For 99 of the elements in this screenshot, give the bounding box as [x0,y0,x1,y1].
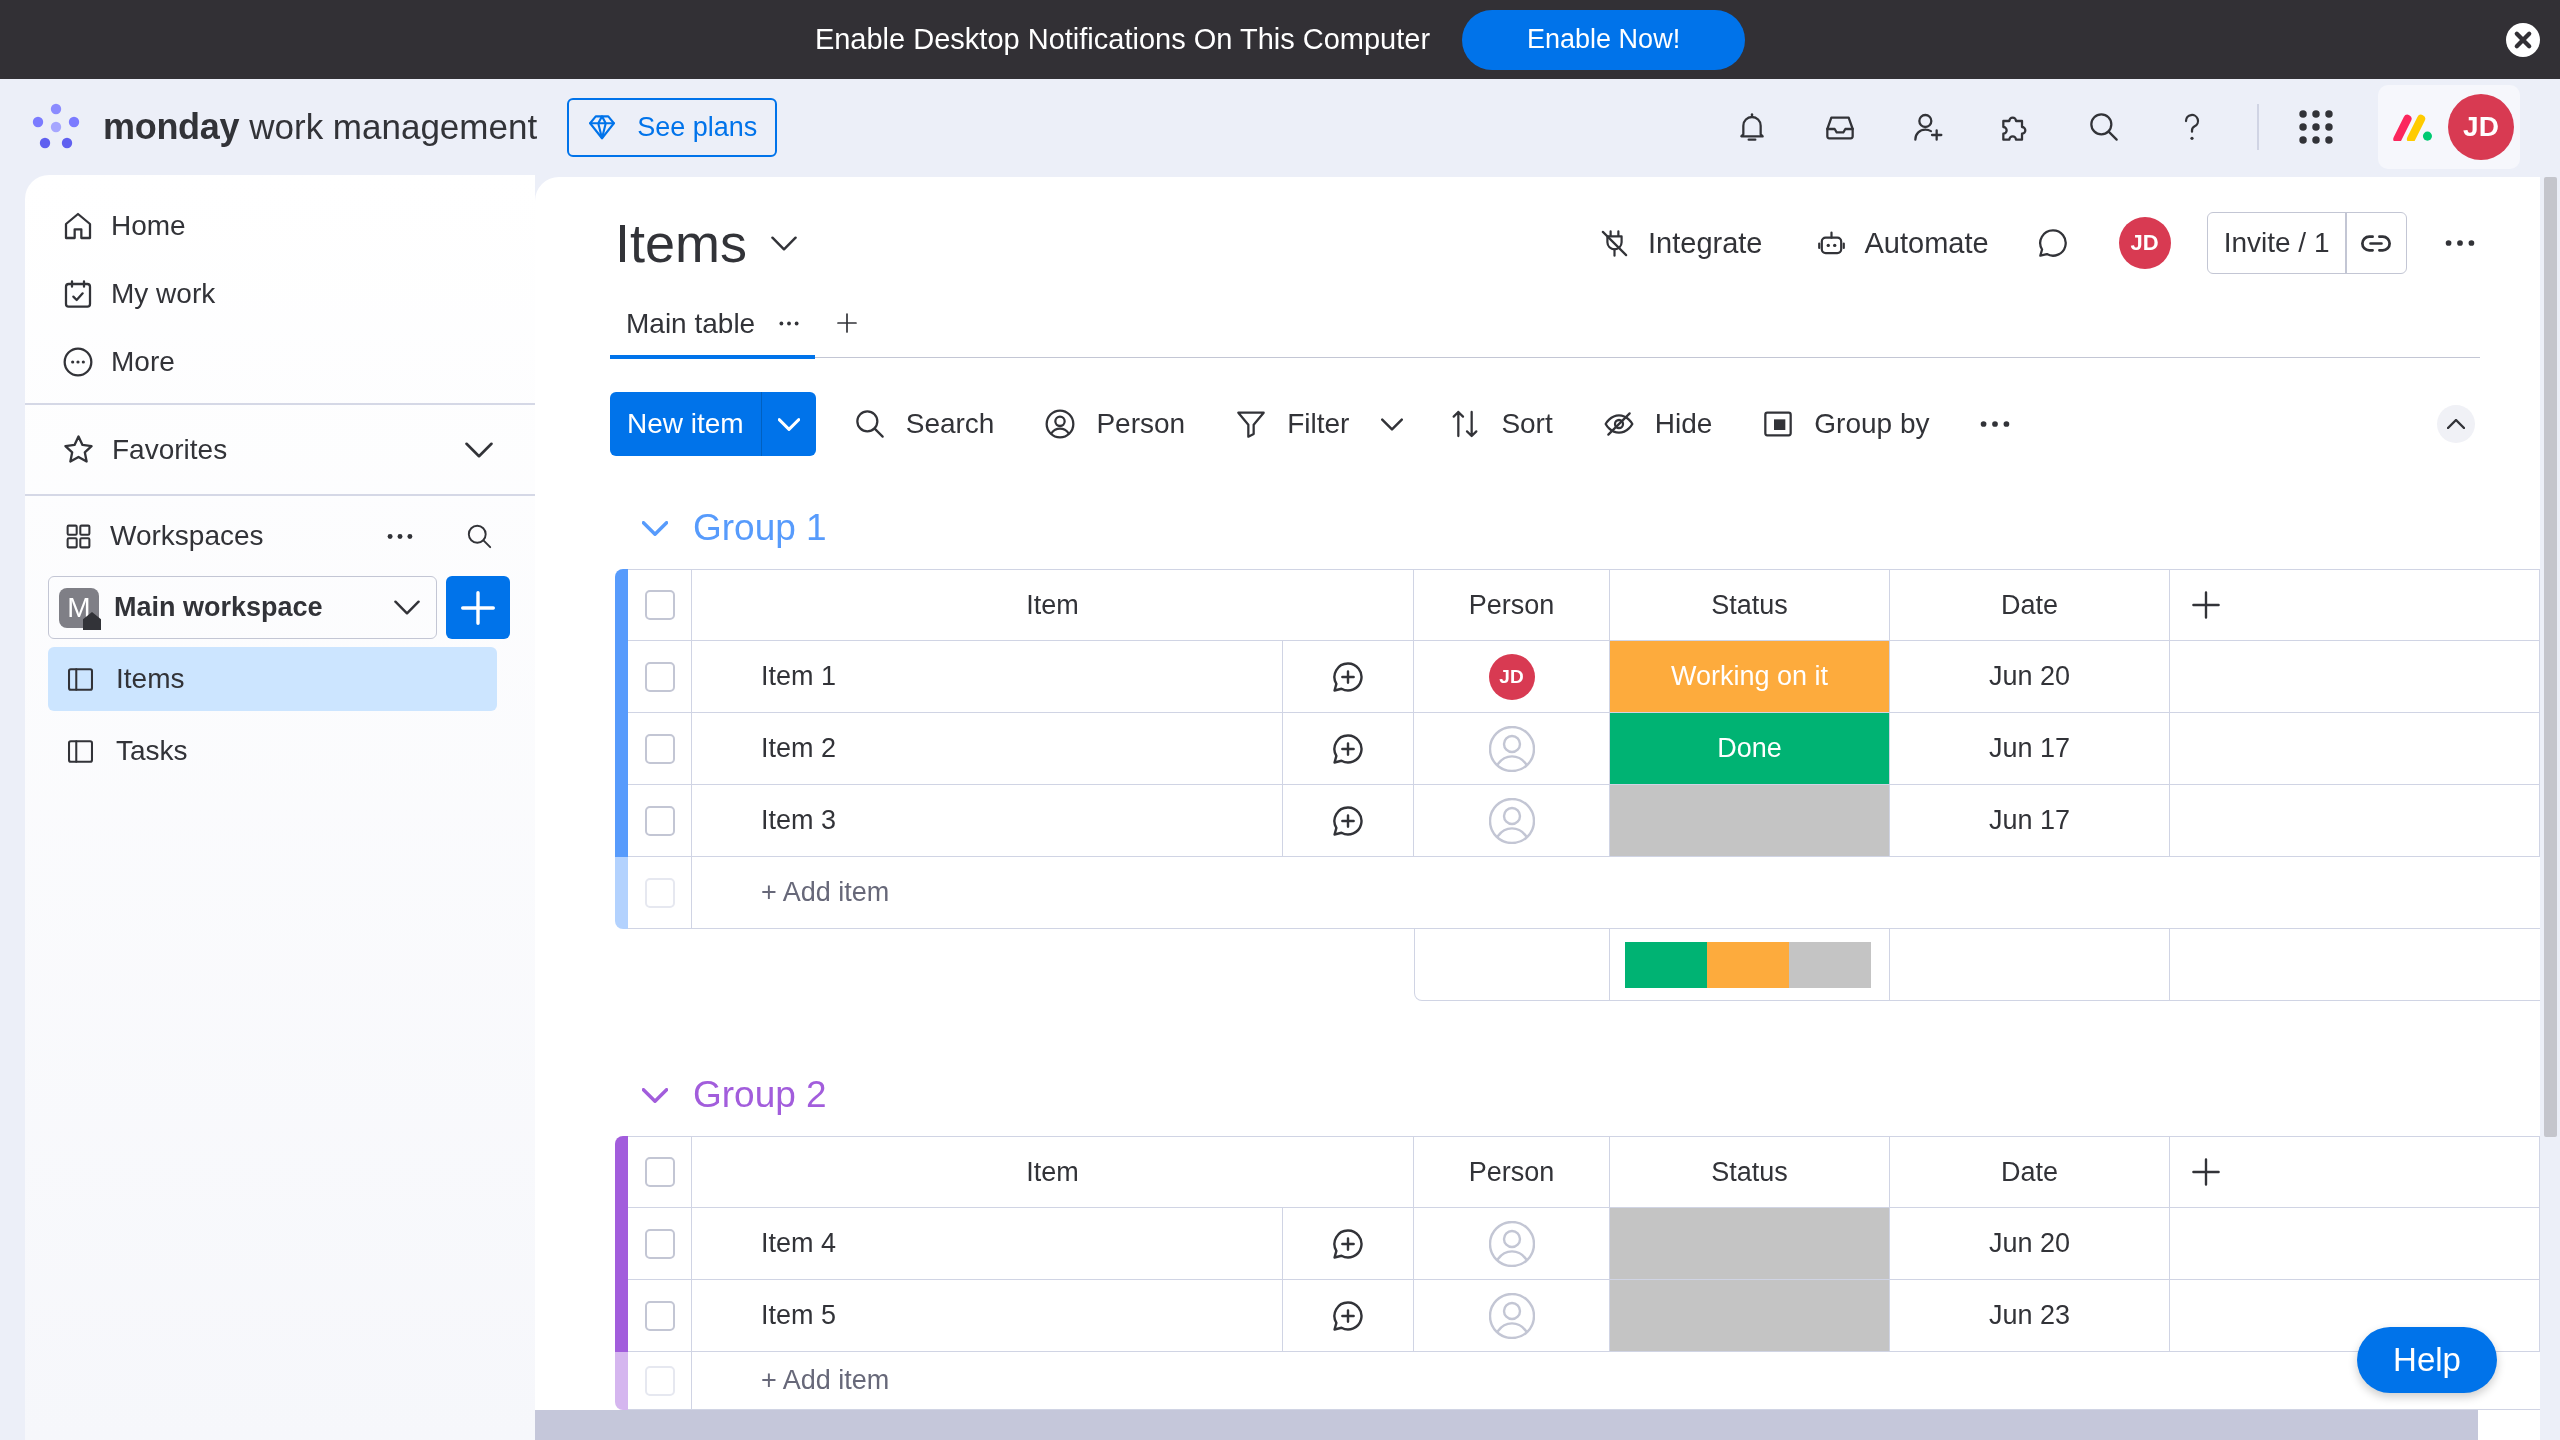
plus-icon[interactable] [2192,591,2220,619]
person-circle-icon [1044,408,1077,440]
workspaces-heading: Workspaces [110,520,264,552]
user-avatar[interactable]: JD [2448,94,2514,160]
calendar-check-icon [62,278,94,310]
product-name: work management [249,107,538,147]
sidebar-nav-item[interactable]: Home [25,192,515,260]
plus-icon [461,590,495,625]
group-color-bar-faded [615,1352,628,1410]
account-switcher[interactable]: JD [2378,85,2520,169]
chat-plus-icon[interactable] [1331,1298,1365,1333]
board-item[interactable]: Items [48,647,497,711]
search-icon[interactable] [2088,111,2120,143]
person-avatar[interactable]: JD [1488,653,1535,700]
new-item-menu-button[interactable] [760,392,816,456]
date: Jun 17 [1988,733,2071,764]
more-icon[interactable] [779,321,800,326]
checkbox[interactable] [644,590,675,620]
column-header: Date [1890,1136,2170,1208]
group-color-bar-faded [615,857,628,929]
item-name[interactable]: Item 3 [761,805,837,836]
toolbar-button[interactable]: Group by [1750,396,1942,452]
new-item-button[interactable]: New item [610,392,761,456]
item-name[interactable]: Item 4 [761,1228,837,1259]
status-cell[interactable] [1610,1280,1890,1352]
search-icon[interactable] [466,522,493,550]
date: Jun 17 [1988,805,2071,836]
board-action-button[interactable]: Automate [1805,215,1999,271]
caret-icon [1381,417,1404,431]
checkbox[interactable] [644,1300,675,1331]
apps-grid-icon[interactable] [2299,110,2333,144]
chat-icon[interactable] [2036,227,2069,259]
chat-plus-icon[interactable] [1331,1226,1365,1261]
dots-logo-icon [30,103,82,151]
close-icon[interactable] [2506,22,2540,57]
more-icon[interactable] [2445,239,2475,247]
sidebar-nav-item[interactable]: My work [25,260,515,328]
chevron-icon [394,600,420,615]
chat-plus-icon[interactable] [1331,731,1365,766]
invite-button[interactable]: Invite / 1 [2206,212,2347,274]
more-icon[interactable] [387,532,413,540]
item-name[interactable]: Item 5 [761,1300,837,1331]
workspace-dropdown[interactable]: M Main workspace [48,576,437,639]
chevron-icon [2447,419,2465,429]
home-icon [62,210,94,242]
item-name[interactable]: Item 1 [761,661,837,692]
collapse-header-button[interactable] [2437,405,2475,443]
notification-message: Enable Desktop Notifications On This Computer [814,23,1431,56]
board-item[interactable]: Tasks [48,719,497,783]
item-name[interactable]: Item 2 [761,733,837,764]
scrollbar-thumb[interactable] [535,1410,2478,1440]
column-header: Item [692,1136,1414,1208]
star-icon [62,433,95,466]
caret-icon [777,417,800,431]
column-header: Person [1414,1136,1610,1208]
board-title[interactable]: Items [615,216,748,270]
stripes-logo-icon [2392,113,2432,141]
column-header: Date [1890,569,2170,641]
checkbox[interactable] [644,661,675,692]
date: Jun 20 [1988,661,2071,692]
column-header: Person [1414,569,1610,641]
group-title[interactable]: Group 2 [693,1074,827,1116]
checkbox[interactable] [644,805,675,836]
toolbar-button[interactable]: Person [1032,396,1198,452]
toolbar-button[interactable]: Hide [1590,396,1725,452]
plus-icon[interactable] [837,312,858,333]
person-plus-icon[interactable] [1912,111,1944,143]
see-plans-button[interactable]: See plans [567,97,778,157]
favorites-toggle[interactable]: Favorites [25,405,535,494]
status-cell[interactable] [1610,1208,1890,1280]
user-avatar[interactable]: JD [2118,217,2171,269]
toolbar-button[interactable]: Search [841,396,1007,452]
date: Jun 20 [1988,1228,2071,1259]
checkbox[interactable] [644,733,675,764]
checkbox[interactable] [644,1228,675,1259]
chat-plus-icon[interactable] [1331,659,1365,694]
help-button[interactable]: Help [2357,1327,2497,1393]
chat-plus-icon[interactable] [1331,803,1365,838]
view-tab[interactable]: Main table [610,292,816,359]
scrollbar-thumb[interactable] [2544,177,2557,1137]
enable-notifications-button[interactable]: Enable Now! [1462,9,1746,70]
chevron-icon[interactable] [771,235,798,251]
column-header: Item [692,569,1414,641]
brand-name: monday [103,106,240,148]
more-icon[interactable] [1979,420,2010,428]
diamond-icon [587,112,618,142]
plus-icon[interactable] [2192,1158,2220,1186]
copy-link-button[interactable] [2345,212,2407,274]
toolbar-button[interactable]: Filter [1223,396,1362,452]
more-circle-icon [62,346,94,378]
status-cell[interactable] [1610,785,1890,857]
checkbox[interactable] [644,1157,675,1187]
board-action-button[interactable]: Integrate [1589,215,1773,271]
search-icon [853,408,886,440]
add-workspace-item-button[interactable] [446,576,510,639]
link-icon [2361,234,2391,252]
date: Jun 23 [1988,1300,2071,1331]
toolbar-button[interactable]: Sort [1437,396,1565,452]
sidebar-nav-item[interactable]: More [25,328,515,396]
